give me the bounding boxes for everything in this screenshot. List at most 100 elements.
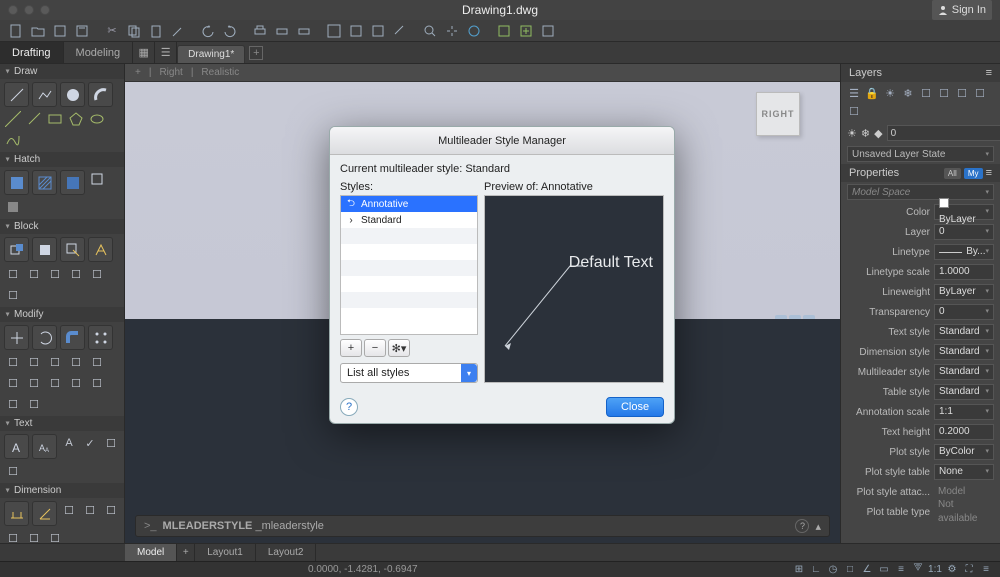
create-block-icon[interactable] xyxy=(32,237,57,262)
match-icon[interactable] xyxy=(170,23,186,39)
field-icon[interactable]: ☐ xyxy=(4,462,22,480)
layout-icon[interactable] xyxy=(496,23,512,39)
view-direction-label[interactable]: Right xyxy=(155,67,186,78)
fillet-icon[interactable] xyxy=(60,325,85,350)
text-style-icon[interactable]: A xyxy=(60,434,78,452)
cut-icon[interactable]: ✂ xyxy=(104,23,120,39)
polygon-icon[interactable] xyxy=(67,110,85,128)
dialog-close-button[interactable]: Close xyxy=(606,397,664,417)
min-dot-icon[interactable] xyxy=(24,5,34,15)
mirror-icon[interactable]: ☐ xyxy=(25,353,43,371)
save-icon[interactable] xyxy=(52,23,68,39)
layer-sun-icon[interactable]: ❄ xyxy=(861,127,870,140)
rotate-icon[interactable] xyxy=(32,325,57,350)
prop-linetype-value[interactable]: By... xyxy=(934,244,994,260)
layers-panel-menu-icon[interactable]: ≡ xyxy=(986,67,992,79)
delete-style-button[interactable]: − xyxy=(364,339,386,357)
style-item-annotative[interactable]: ⮌ Annotative xyxy=(341,196,477,212)
extend-icon[interactable]: ☐ xyxy=(4,374,22,392)
dim-ordinate-icon[interactable]: ☐ xyxy=(25,529,43,543)
group-modify-header[interactable]: Modify xyxy=(0,307,124,322)
layer-prop-icon[interactable]: ☰ xyxy=(847,86,861,100)
arc-icon[interactable] xyxy=(88,82,113,107)
group-block-header[interactable]: Block xyxy=(0,219,124,234)
layer-lock2-icon[interactable]: ◆ xyxy=(874,127,882,140)
offset-icon[interactable]: ☐ xyxy=(25,374,43,392)
text-icon[interactable]: AA xyxy=(32,434,57,459)
command-help-icon[interactable]: ? xyxy=(795,519,809,533)
layer-match-icon[interactable]: ☐ xyxy=(847,104,861,118)
open-file-icon[interactable] xyxy=(30,23,46,39)
undo-icon[interactable] xyxy=(200,23,216,39)
save-as-icon[interactable] xyxy=(74,23,90,39)
plot-icon[interactable] xyxy=(296,23,312,39)
group-icon[interactable]: ☐ xyxy=(4,265,22,283)
layer-iso-icon[interactable]: ☐ xyxy=(919,86,933,100)
mtext-icon[interactable]: A xyxy=(4,434,29,459)
prop-transp-value[interactable]: 0 xyxy=(934,304,994,320)
props-menu-icon[interactable]: ≡ xyxy=(986,167,992,179)
command-expand-icon[interactable]: ▴ xyxy=(815,520,821,533)
group-hatch-header[interactable]: Hatch xyxy=(0,152,124,167)
current-layer-input[interactable] xyxy=(887,125,1000,141)
layer-off-icon[interactable]: ☀ xyxy=(883,86,897,100)
base-icon[interactable]: ☐ xyxy=(67,265,85,283)
hatch-icon[interactable] xyxy=(4,170,29,195)
ortho-icon[interactable]: ∟ xyxy=(810,564,822,576)
join-icon[interactable]: ☐ xyxy=(67,374,85,392)
prop-ltscale-value[interactable]: 1.0000 xyxy=(934,264,994,280)
style-filter-select[interactable]: List all styles xyxy=(340,363,478,383)
view-expand-icon[interactable]: + xyxy=(131,67,145,78)
layer-state-select[interactable]: Unsaved Layer State xyxy=(847,146,994,162)
region-icon[interactable] xyxy=(88,170,106,188)
paste-icon[interactable] xyxy=(148,23,164,39)
grid-snap-icon[interactable]: ⊞ xyxy=(793,564,805,576)
layers-panel-header[interactable]: Layers ≡ xyxy=(841,64,1000,82)
tab-drafting[interactable]: Drafting xyxy=(0,42,64,63)
prop-annscale-value[interactable]: 1:1 xyxy=(934,404,994,420)
edit-block-icon[interactable] xyxy=(60,237,85,262)
zoom-dot-icon[interactable] xyxy=(40,5,50,15)
tab-modeling[interactable]: Modeling xyxy=(64,42,134,63)
stretch-icon[interactable]: ☐ xyxy=(67,353,85,371)
find-icon[interactable]: ☐ xyxy=(102,434,120,452)
tab-add-layout-icon[interactable]: + xyxy=(177,544,195,561)
prop-dstyle-value[interactable]: Standard xyxy=(934,344,994,360)
view-controls[interactable]: + | Right | Realistic xyxy=(125,64,840,82)
filter-my-pill[interactable]: My xyxy=(964,168,983,179)
osnap-icon[interactable]: □ xyxy=(844,564,856,576)
circle-icon[interactable] xyxy=(60,82,85,107)
array-icon[interactable] xyxy=(88,325,113,350)
break-icon[interactable]: ☐ xyxy=(46,374,64,392)
xref-icon[interactable]: ☐ xyxy=(46,265,64,283)
rect-icon[interactable] xyxy=(46,110,64,128)
publish-icon[interactable] xyxy=(540,23,556,39)
ann-scale-label[interactable]: 1:1 xyxy=(929,564,941,576)
group-draw-header[interactable]: Draw xyxy=(0,64,124,79)
filter-all-pill[interactable]: All xyxy=(944,168,961,179)
layer-bulb-icon[interactable]: ☀ xyxy=(847,127,857,140)
status-menu-icon[interactable]: ≡ xyxy=(980,564,992,576)
grid-view-icon[interactable]: ▦ xyxy=(133,42,155,63)
clip-icon[interactable]: ☐ xyxy=(88,265,106,283)
dim-angular-icon[interactable] xyxy=(32,501,57,526)
print-icon[interactable] xyxy=(252,23,268,39)
polar-icon[interactable]: ◷ xyxy=(827,564,839,576)
xline-icon[interactable] xyxy=(4,110,22,128)
pan-icon[interactable] xyxy=(444,23,460,39)
spline-icon[interactable] xyxy=(4,131,22,149)
prop-pst-value[interactable]: None xyxy=(934,464,994,480)
layer-prev-icon[interactable]: ☐ xyxy=(955,86,969,100)
scale-icon[interactable]: ☐ xyxy=(46,353,64,371)
layout-new-icon[interactable] xyxy=(518,23,534,39)
group-text-header[interactable]: Text xyxy=(0,416,124,431)
otrack-icon[interactable]: ∠ xyxy=(861,564,873,576)
move-icon[interactable] xyxy=(4,325,29,350)
prop-textheight-value[interactable]: 0.2000 xyxy=(934,424,994,440)
trim-icon[interactable]: ☐ xyxy=(88,353,106,371)
tab-layout2[interactable]: Layout2 xyxy=(256,544,317,561)
boundary-icon[interactable] xyxy=(60,170,85,195)
tab-model[interactable]: Model xyxy=(125,544,177,561)
dialog-help-button[interactable]: ? xyxy=(340,398,358,416)
ws-switch-icon[interactable]: ⚙ xyxy=(946,564,958,576)
